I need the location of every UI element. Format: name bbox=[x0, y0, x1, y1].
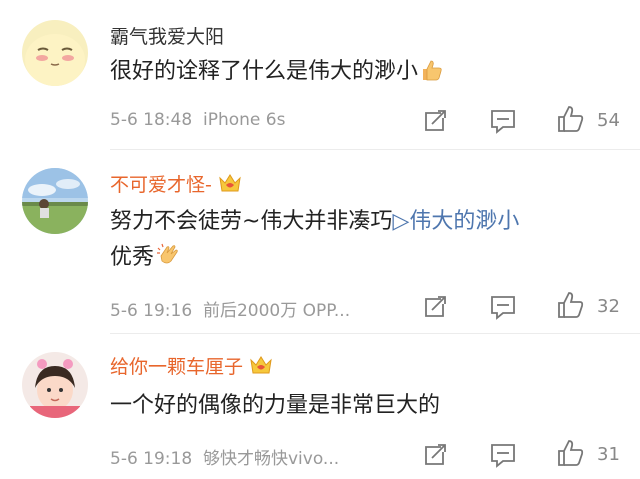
comment-meta: 5-6 18:48 iPhone 6s bbox=[110, 110, 285, 130]
username-text: 给你一颗车厘子 bbox=[110, 356, 244, 378]
comment-item: 霸气我爱大阳 很好的诠释了什么是伟大的渺小 5-6 18:48 iPhone 6… bbox=[0, 0, 640, 150]
avatar[interactable] bbox=[22, 352, 88, 418]
timestamp: 5-6 19:16 bbox=[110, 301, 193, 321]
share-icon[interactable] bbox=[420, 292, 450, 322]
username[interactable]: 霸气我爱大阳 bbox=[110, 22, 224, 49]
like-count: 54 bbox=[597, 110, 620, 131]
topic-link[interactable]: ▷伟大的渺小 bbox=[392, 209, 519, 234]
vip-crown-icon bbox=[218, 172, 242, 199]
like-count: 31 bbox=[597, 444, 620, 465]
comment-text-content: 很好的诠释了什么是伟大的渺小 bbox=[110, 59, 419, 84]
comment-icon[interactable] bbox=[488, 440, 518, 470]
comment-text-content: 努力不会徒劳~伟大并非凑巧 bbox=[110, 209, 393, 234]
like-icon[interactable] bbox=[556, 104, 586, 134]
comment-text: 一个好的偶像的力量是非常巨大的 bbox=[110, 393, 441, 418]
share-icon[interactable] bbox=[420, 440, 450, 470]
timestamp: 5-6 19:18 bbox=[110, 449, 193, 469]
username[interactable]: 不可爱才怪- bbox=[110, 170, 242, 199]
avatar[interactable] bbox=[22, 168, 88, 234]
clapping-hands-emoji-icon bbox=[156, 242, 182, 278]
like-icon[interactable] bbox=[556, 290, 586, 320]
comment-meta: 5-6 19:18 够快才畅快vivo... bbox=[110, 444, 339, 469]
comment-text: 努力不会徒劳~伟大并非凑巧▷伟大的渺小 bbox=[110, 206, 519, 238]
timestamp: 5-6 18:48 bbox=[110, 110, 193, 130]
like-icon[interactable] bbox=[556, 438, 586, 468]
vip-crown-icon bbox=[249, 354, 273, 381]
share-icon[interactable] bbox=[420, 106, 450, 136]
comment-text-line2: 优秀 bbox=[110, 242, 182, 278]
comment-meta: 5-6 19:16 前后2000万 OPP... bbox=[110, 296, 350, 321]
comment-text-content: 优秀 bbox=[110, 245, 155, 270]
username[interactable]: 给你一颗车厘子 bbox=[110, 352, 273, 381]
comment-item: 不可爱才怪- 努力不会徒劳~伟大并非凑巧▷伟大的渺小 优秀 5-6 19:16 … bbox=[0, 150, 640, 334]
comment-icon[interactable] bbox=[488, 292, 518, 322]
comment-icon[interactable] bbox=[488, 106, 518, 136]
like-count: 32 bbox=[597, 296, 620, 317]
device-source: 前后2000万 OPP... bbox=[202, 301, 351, 321]
comment-item: 给你一颗车厘子 一个好的偶像的力量是非常巨大的 5-6 19:18 够快才畅快v… bbox=[0, 334, 640, 479]
device-source: iPhone 6s bbox=[202, 110, 286, 130]
comment-text: 很好的诠释了什么是伟大的渺小 bbox=[110, 56, 444, 92]
username-text: 不可爱才怪- bbox=[110, 174, 212, 196]
thumbs-up-emoji-icon bbox=[420, 58, 444, 92]
device-source: 够快才畅快vivo... bbox=[202, 449, 340, 469]
avatar[interactable] bbox=[22, 20, 88, 86]
